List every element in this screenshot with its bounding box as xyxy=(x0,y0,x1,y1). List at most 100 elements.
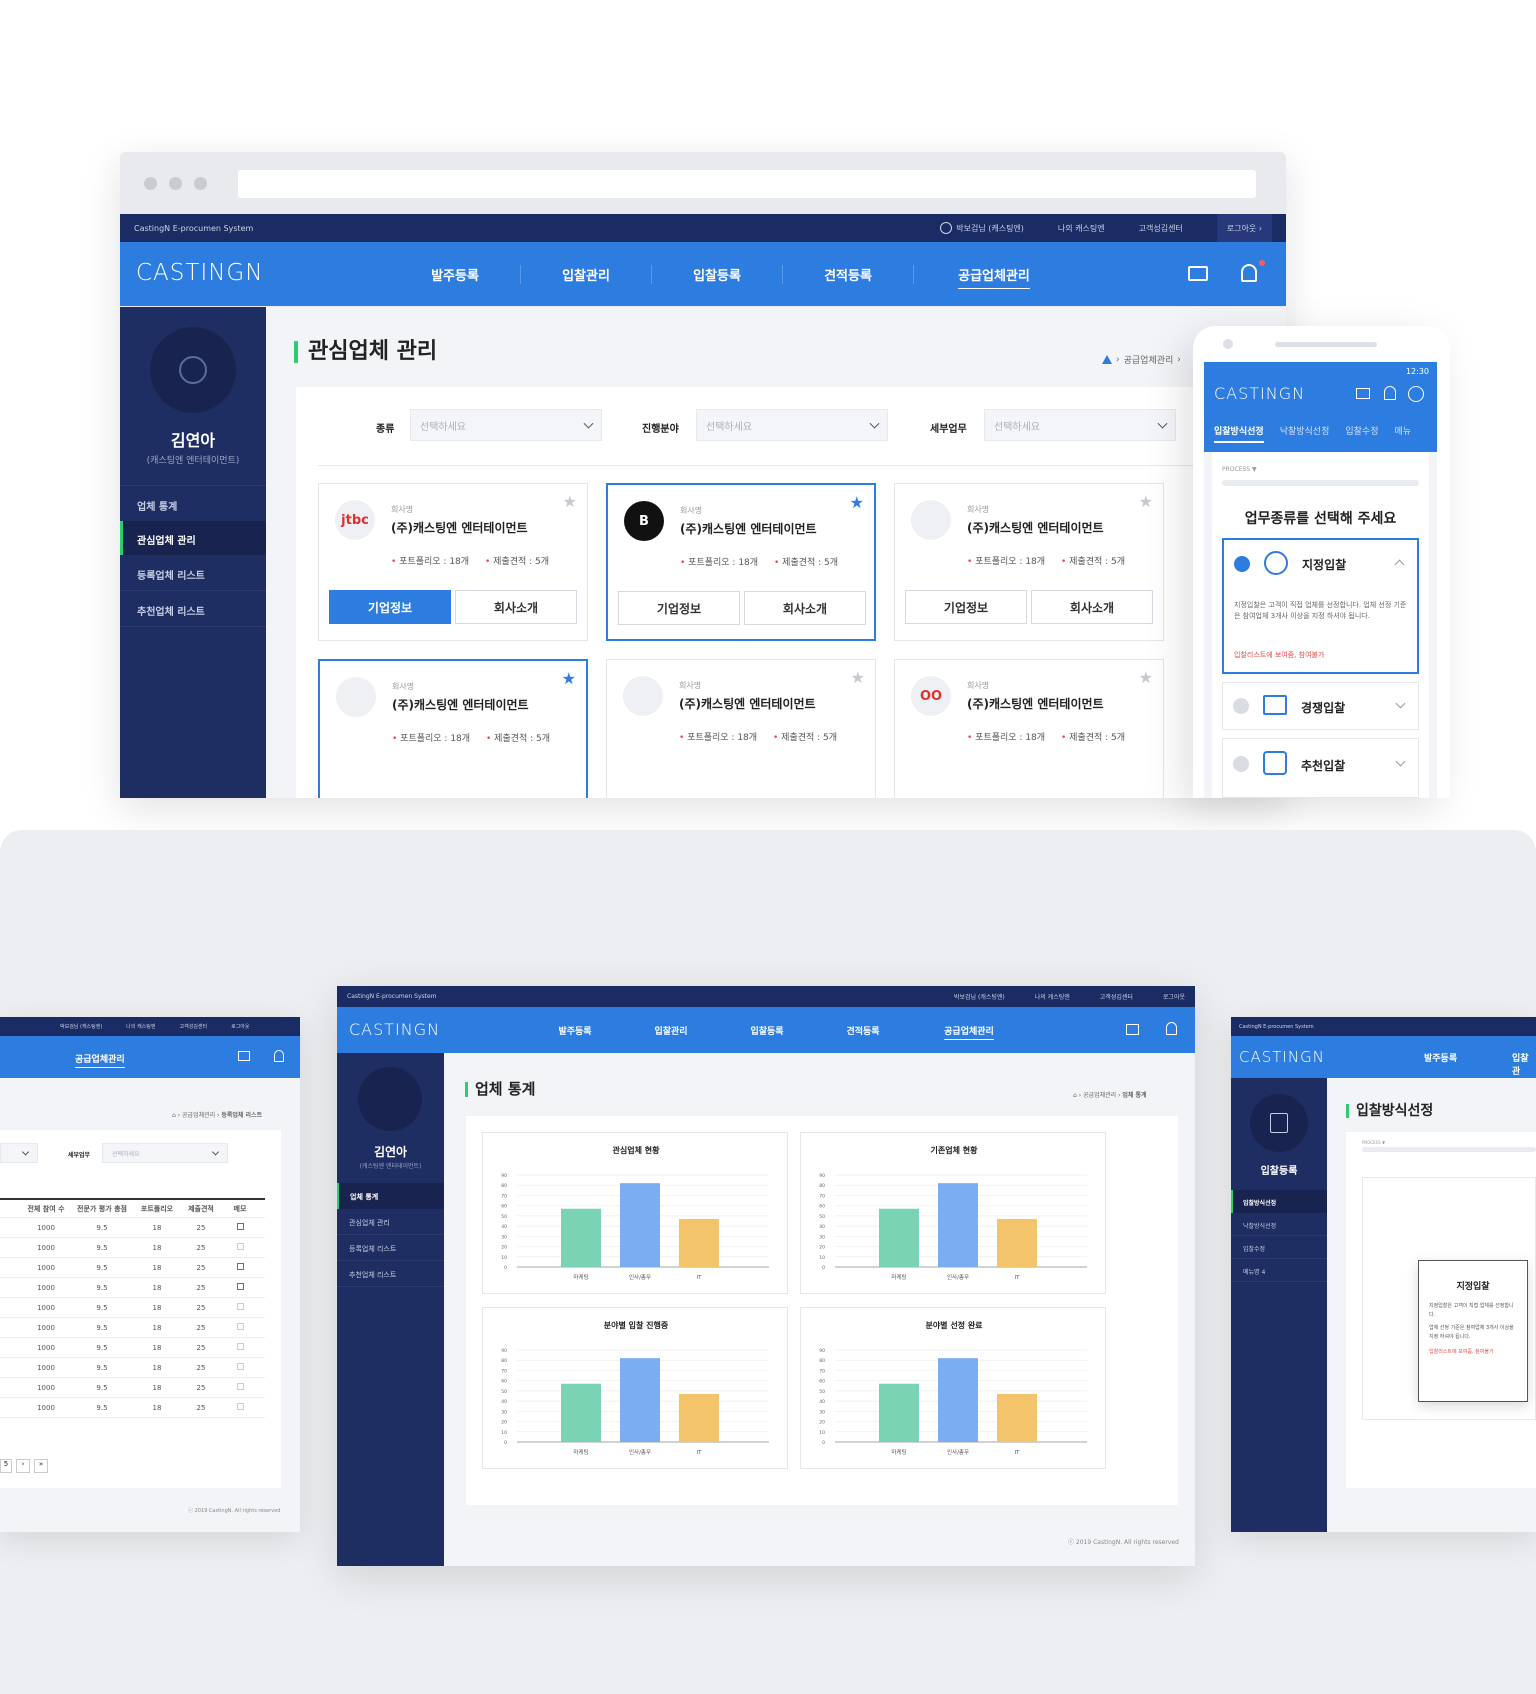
sidebar-item-registered[interactable]: 등록업체 리스트 xyxy=(120,555,266,591)
bell-icon[interactable] xyxy=(274,1050,284,1062)
memo-icon[interactable] xyxy=(220,1403,260,1412)
logo[interactable]: CASTINGN xyxy=(1239,1048,1325,1066)
filter-select-type[interactable]: 선택하세요 xyxy=(410,409,602,441)
chevron-down-icon[interactable] xyxy=(1395,756,1406,767)
user-icon[interactable] xyxy=(1408,386,1424,402)
nav-item-bid-manage[interactable]: 입찰관 xyxy=(1512,1051,1536,1077)
option-recommended[interactable]: 추천입찰 xyxy=(1222,738,1419,798)
memo-icon[interactable] xyxy=(220,1263,260,1272)
last-page-button[interactable]: » xyxy=(34,1459,48,1473)
logout-link[interactable]: 로그아웃 › xyxy=(1216,213,1272,243)
company-card[interactable]: ★ 회사명 (주)캐스팅엔 엔터테이먼트 • 포트폴리오 : 18개 • 제출견… xyxy=(318,659,588,798)
filter-select-field[interactable]: 선택하세요 xyxy=(696,409,888,441)
bar[interactable] xyxy=(997,1393,1037,1442)
sidebar-item-award-method[interactable]: 낙찰방식선정 xyxy=(1231,1213,1327,1236)
sidebar-item-recommended[interactable]: 추천업체 리스트 xyxy=(337,1261,444,1287)
bell-icon[interactable] xyxy=(1384,386,1396,400)
bar[interactable] xyxy=(997,1218,1037,1267)
bar[interactable] xyxy=(679,1218,719,1267)
table-row[interactable]: 1000 9.5 18 25 xyxy=(0,1258,265,1278)
table-row[interactable]: 1000 9.5 18 25 xyxy=(0,1278,265,1298)
bar[interactable] xyxy=(679,1393,719,1442)
address-bar[interactable] xyxy=(238,170,1256,198)
star-icon[interactable]: ★ xyxy=(563,492,577,511)
chat-icon[interactable] xyxy=(1188,266,1208,281)
sidebar-item-stats[interactable]: 업체 통계 xyxy=(120,485,266,521)
star-icon[interactable]: ★ xyxy=(562,669,576,688)
company-card[interactable]: B ★ 회사명 (주)캐스팅엔 엔터테이먼트 • 포트폴리오 : 18개 • 제… xyxy=(606,483,876,641)
tab-award-method[interactable]: 낙찰방식선정 xyxy=(1280,424,1330,443)
my-link[interactable]: 나의 캐스팅엔 xyxy=(1058,223,1105,234)
user-menu[interactable]: 박보검님 (캐스팅엔) xyxy=(940,222,1024,234)
company-info-button[interactable]: 기업정보 xyxy=(618,591,740,625)
memo-icon[interactable] xyxy=(220,1283,260,1292)
company-card[interactable]: ★ 회사명 (주)캐스팅엔 엔터테이먼트 • 포트폴리오 : 18개 • 제출견… xyxy=(894,483,1164,641)
nav-item-order[interactable]: 발주등록 xyxy=(390,264,521,284)
bar[interactable] xyxy=(561,1208,601,1267)
company-intro-button[interactable]: 회사소개 xyxy=(455,590,577,624)
mobile-logo[interactable]: CASTINGN xyxy=(1214,384,1305,403)
nav-item-bid-manage[interactable]: 입찰관리 xyxy=(623,1024,719,1037)
star-icon[interactable]: ★ xyxy=(851,668,865,687)
sidebar-item-recommended[interactable]: 추천업체 리스트 xyxy=(120,591,266,627)
memo-icon[interactable] xyxy=(220,1223,260,1232)
bell-icon[interactable] xyxy=(1241,264,1257,282)
chevron-up-icon[interactable] xyxy=(1394,559,1405,570)
page-button[interactable]: 5 xyxy=(0,1459,12,1473)
company-intro-button[interactable]: 회사소개 xyxy=(744,591,866,625)
table-row[interactable]: 1000 9.5 18 25 xyxy=(0,1358,265,1378)
chat-icon[interactable] xyxy=(1126,1024,1139,1035)
bar[interactable] xyxy=(879,1383,919,1442)
bar[interactable] xyxy=(938,1183,978,1267)
column-header[interactable]: 전체 참여 수 xyxy=(20,1204,72,1214)
tab-bid-edit[interactable]: 입찰수정 xyxy=(1345,424,1378,443)
memo-icon[interactable] xyxy=(220,1323,260,1332)
company-card[interactable]: jtbc ★ 회사명 (주)캐스팅엔 엔터테이먼트 • 포트폴리오 : 18개 … xyxy=(318,483,588,641)
table-row[interactable]: 1000 9.5 18 25 xyxy=(0,1338,265,1358)
chevron-down-icon[interactable] xyxy=(1395,698,1406,709)
bar[interactable] xyxy=(938,1358,978,1442)
logo[interactable]: CASTINGN xyxy=(136,260,263,286)
chat-icon[interactable] xyxy=(1356,388,1370,399)
chat-icon[interactable] xyxy=(238,1051,250,1061)
memo-icon[interactable] xyxy=(220,1243,260,1252)
company-card[interactable]: ★ 회사명 (주)캐스팅엔 엔터테이먼트 • 포트폴리오 : 18개 • 제출견… xyxy=(606,659,876,798)
company-info-button[interactable]: 기업정보 xyxy=(905,590,1027,624)
table-row[interactable]: 1000 9.5 18 25 xyxy=(0,1318,265,1338)
nav-item-estimate[interactable]: 견적등록 xyxy=(783,264,914,284)
sidebar-item-registered[interactable]: 등록업체 리스트 xyxy=(337,1235,444,1261)
sidebar-item-interest[interactable]: 관심업체 관리 xyxy=(120,521,266,555)
company-info-button[interactable]: 기업정보 xyxy=(329,590,451,624)
nav-item-estimate[interactable]: 견적등록 xyxy=(815,1024,911,1037)
nav-item-supplier[interactable]: 공급업체관리 xyxy=(75,1052,125,1065)
star-icon[interactable]: ★ xyxy=(1139,492,1153,511)
star-icon[interactable]: ★ xyxy=(850,493,864,512)
nav-item-bid-register[interactable]: 입찰등록 xyxy=(719,1024,815,1037)
sidebar-item-bid-method[interactable]: 입찰방식선정 xyxy=(1231,1190,1327,1213)
table-row[interactable]: 1000 9.5 18 25 xyxy=(0,1378,265,1398)
sidebar-item-stats[interactable]: 업체 통계 xyxy=(337,1183,444,1209)
column-header[interactable]: 전문가 평가 총점 xyxy=(72,1204,132,1214)
column-header[interactable]: 포트폴리오 xyxy=(132,1204,182,1214)
nav-item-supplier[interactable]: 공급업체관리 xyxy=(914,265,1074,284)
tab-bid-method[interactable]: 입찰방식선정 xyxy=(1214,424,1264,443)
table-row[interactable]: 1000 9.5 18 25 xyxy=(0,1298,265,1318)
table-row[interactable]: 1000 9.5 18 25 xyxy=(0,1398,265,1418)
nav-item-bid-manage[interactable]: 입찰관리 xyxy=(521,264,652,284)
nav-item-bid-register[interactable]: 입찰등록 xyxy=(652,264,783,284)
logo[interactable]: CASTINGN xyxy=(349,1020,440,1039)
bar[interactable] xyxy=(620,1183,660,1267)
company-card[interactable]: OO ★ 회사명 (주)캐스팅엔 엔터테이먼트 • 포트폴리오 : 18개 • … xyxy=(894,659,1164,798)
table-row[interactable]: 1000 9.5 18 25 xyxy=(0,1238,265,1258)
memo-icon[interactable] xyxy=(220,1383,260,1392)
support-link[interactable]: 고객성김센터 xyxy=(1139,223,1183,234)
bell-icon[interactable] xyxy=(1166,1022,1177,1035)
filter-select-detail[interactable]: 선택하세요 xyxy=(984,409,1176,441)
filter-select[interactable]: 선택하세요 xyxy=(102,1143,228,1163)
filter-select[interactable] xyxy=(0,1143,38,1163)
nav-item-supplier[interactable]: 공급업체관리 xyxy=(911,1024,1027,1037)
sidebar-item-menu4[interactable]: 메뉴명 4 xyxy=(1231,1259,1327,1282)
column-header[interactable]: 제출견적 xyxy=(182,1204,220,1214)
table-row[interactable]: 1000 9.5 18 25 xyxy=(0,1218,265,1238)
company-intro-button[interactable]: 회사소개 xyxy=(1031,590,1153,624)
